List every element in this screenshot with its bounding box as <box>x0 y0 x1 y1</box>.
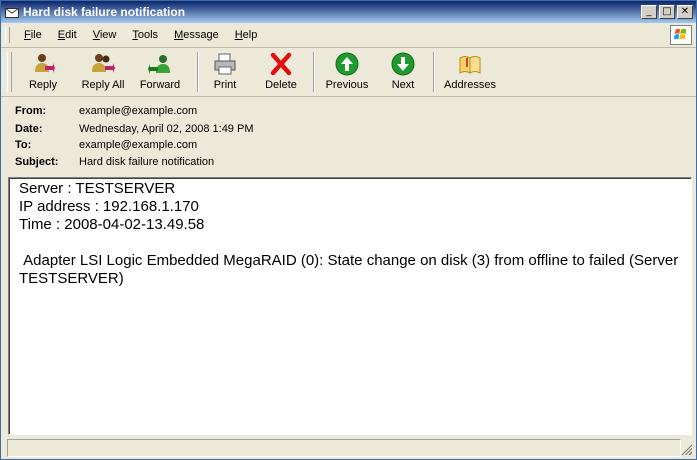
toolbar-separator <box>197 52 199 92</box>
toolbar: Reply Reply All Forward Print Delete Pre… <box>1 48 696 97</box>
delete-x-icon <box>270 52 292 76</box>
body-line-time: Time : 2008-04-02-13.49.58 <box>19 216 205 233</box>
subject-value: Hard disk failure notification <box>79 156 215 168</box>
date-label: Date: <box>15 123 43 135</box>
menu-bar: File Edit View Tools Message Help <box>1 23 696 48</box>
delete-button[interactable]: Delete <box>259 50 303 94</box>
window-title: Hard disk failure notification <box>23 5 186 19</box>
forward-label: Forward <box>139 79 181 91</box>
delete-label: Delete <box>265 79 297 91</box>
next-button[interactable]: Next <box>383 50 423 94</box>
down-arrow-icon <box>391 52 415 76</box>
menu-message[interactable]: Message <box>166 29 227 41</box>
body-blank-line <box>19 234 681 252</box>
subject-label: Subject: <box>15 156 59 168</box>
toolbar-separator <box>313 52 315 92</box>
toolbar-grip[interactable] <box>7 52 12 92</box>
body-line-adapter: Adapter LSI Logic Embedded MegaRAID (0):… <box>19 252 683 287</box>
menu-tools[interactable]: Tools <box>124 29 166 41</box>
status-panel <box>7 439 681 457</box>
to-label: To: <box>15 139 32 151</box>
forward-icon <box>148 55 170 74</box>
menu-help[interactable]: Help <box>227 29 266 41</box>
menu-edit[interactable]: Edit <box>50 29 85 41</box>
forward-button[interactable]: Forward <box>135 50 185 94</box>
body-line-server: Server : TESTSERVER <box>19 180 176 197</box>
message-headers: From: example@example.com Date: Wednesda… <box>1 98 696 176</box>
toolbar-separator <box>433 52 435 92</box>
print-button[interactable]: Print <box>205 50 245 94</box>
reply-all-label: Reply All <box>81 79 125 91</box>
reply-button[interactable]: Reply <box>19 50 67 94</box>
addresses-label: Addresses <box>444 79 496 91</box>
message-window: Hard disk failure notification _ □ ✕ Fil… <box>0 0 697 460</box>
menu-view[interactable]: View <box>85 29 125 41</box>
up-arrow-icon <box>335 52 359 76</box>
next-label: Next <box>391 79 415 91</box>
title-bar[interactable]: Hard disk failure notification _ □ ✕ <box>1 1 696 23</box>
from-label: From: <box>15 105 47 117</box>
envelope-icon <box>5 8 19 18</box>
printer-icon <box>214 53 236 75</box>
message-body[interactable]: Server : TESTSERVER IP address : 192.168… <box>8 177 692 435</box>
body-line-ip: IP address : 192.168.1.170 <box>19 198 199 215</box>
previous-label: Previous <box>325 79 369 91</box>
close-button[interactable]: ✕ <box>677 5 693 19</box>
reply-all-button[interactable]: Reply All <box>75 50 131 94</box>
date-value: Wednesday, April 02, 2008 1:49 PM <box>79 123 254 135</box>
addresses-button[interactable]: Addresses <box>441 50 499 94</box>
previous-button[interactable]: Previous <box>321 50 373 94</box>
address-book-icon <box>459 56 481 74</box>
print-label: Print <box>213 79 237 91</box>
from-value: example@example.com <box>79 105 198 117</box>
reply-icon <box>35 54 55 73</box>
maximize-button[interactable]: □ <box>659 5 675 19</box>
resize-grip-icon[interactable] <box>680 443 692 455</box>
minimize-button[interactable]: _ <box>641 5 657 19</box>
to-value: example@example.com <box>79 139 198 151</box>
reply-label: Reply <box>28 79 58 91</box>
status-bar <box>5 439 694 457</box>
windows-logo-icon <box>670 25 692 45</box>
menu-file[interactable]: File <box>16 29 50 41</box>
reply-all-icon <box>92 54 115 73</box>
menu-grip[interactable] <box>5 27 10 43</box>
